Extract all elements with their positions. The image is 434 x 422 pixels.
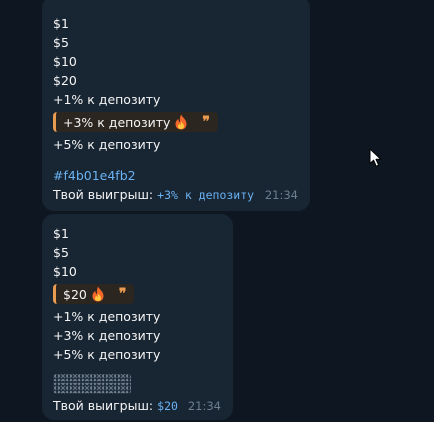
- option-line: $5: [53, 35, 69, 50]
- option-line: +5% к депозиту: [53, 137, 161, 152]
- message-timestamp: 21:34: [264, 188, 298, 202]
- highlighted-option-quote[interactable]: +3% к депозиту ❞: [53, 112, 218, 132]
- chat-area: $1 $5 $10 $20 +1% к депозиту +3% к депоз…: [0, 0, 434, 422]
- result-row: Твой выигрыш: +3% к депозиту 21:34: [53, 185, 298, 205]
- option-line: +3% к депозиту: [53, 328, 161, 343]
- quote-text: +3% к депозиту: [63, 114, 171, 130]
- quote-icon: ❞: [202, 114, 210, 130]
- option-line: $20: [53, 73, 77, 88]
- fire-icon: [174, 114, 188, 130]
- option-line: $1: [53, 16, 69, 31]
- option-line: $10: [53, 264, 77, 279]
- message-bubble[interactable]: $1 $5 $10 $20 ❞ +1% к депозиту +3% к деп…: [42, 214, 233, 420]
- hashtag-link[interactable]: #f4b01e4fb2: [53, 166, 298, 185]
- message-bubble[interactable]: $1 $5 $10 $20 +1% к депозиту +3% к депоз…: [42, 0, 310, 211]
- highlighted-option-quote[interactable]: $20 ❞: [53, 284, 135, 304]
- option-line: +5% к депозиту: [53, 347, 161, 362]
- result-label: Твой выигрыш:: [53, 398, 154, 413]
- result-value[interactable]: $20: [157, 397, 178, 416]
- option-line: $5: [53, 245, 69, 260]
- quote-icon: ❞: [118, 286, 127, 302]
- result-row: Твой выигрыш: $20 21:34: [53, 396, 221, 416]
- mouse-cursor-icon: [369, 148, 383, 168]
- result-label: Твой выигрыш:: [53, 187, 154, 202]
- option-line: +1% к депозиту: [53, 309, 161, 324]
- option-line: $10: [53, 54, 77, 69]
- result-value[interactable]: +3% к депозиту: [157, 186, 254, 205]
- spoiler-hidden-text[interactable]: [53, 374, 131, 394]
- fire-icon: [91, 286, 105, 302]
- message-timestamp: 21:34: [187, 399, 221, 413]
- quote-text: $20: [63, 286, 87, 302]
- option-line: $1: [53, 226, 69, 241]
- option-line: +1% к депозиту: [53, 92, 161, 107]
